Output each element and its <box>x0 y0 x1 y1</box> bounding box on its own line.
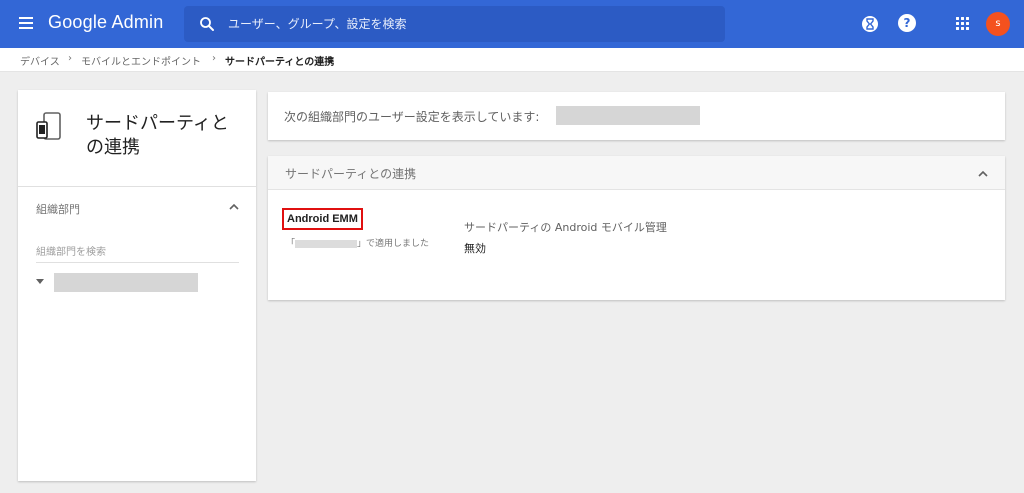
search-box[interactable] <box>184 6 725 42</box>
android-emm-setting[interactable]: Android EMM <box>282 208 363 230</box>
redacted-org-unit-name <box>556 106 700 125</box>
chevron-up-icon[interactable] <box>977 169 989 179</box>
page-title: サードパーティとの連携 <box>86 113 229 158</box>
applied-from-note: 「」で適用しました <box>286 239 430 249</box>
section-title: サードパーティとの連携 <box>285 167 417 181</box>
org-unit-notice-card: 次の組織部門のユーザー設定を表示しています: <box>268 92 1005 140</box>
caret-down-icon[interactable] <box>36 279 44 285</box>
devices-icon <box>36 112 61 140</box>
setting-description: サードパーティの Android モバイル管理 <box>464 221 667 234</box>
breadcrumb-mobile-endpoints[interactable]: モバイルとエンドポイント <box>81 53 201 68</box>
top-app-bar: Google Admin ? s <box>0 0 1024 48</box>
divider <box>18 186 256 187</box>
third-party-section-card: サードパーティとの連携 Android EMM 「」で適用しました サードパーテ… <box>268 156 1005 300</box>
avatar[interactable]: s <box>986 12 1010 36</box>
org-unit-notice: 次の組織部門のユーザー設定を表示しています: <box>284 110 540 124</box>
chevron-up-icon[interactable] <box>228 202 240 212</box>
search-input[interactable] <box>228 12 708 36</box>
org-unit-search-input[interactable] <box>36 243 239 263</box>
redacted-org-unit[interactable] <box>54 273 198 292</box>
hourglass-icon[interactable] <box>860 14 880 34</box>
setting-value[interactable]: 無効 <box>464 240 486 256</box>
sidebar-panel: サードパーティとの連携 組織部門 <box>18 90 256 481</box>
help-icon[interactable]: ? <box>898 14 916 32</box>
breadcrumb-current: サードパーティとの連携 <box>225 57 335 68</box>
breadcrumb: デバイス › モバイルとエンドポイント › サードパーティとの連携 <box>0 48 1024 72</box>
breadcrumb-devices[interactable]: デバイス <box>20 53 60 68</box>
brand-logo[interactable]: Google Admin <box>48 12 163 33</box>
menu-icon[interactable] <box>16 12 40 36</box>
redacted-source <box>295 239 358 248</box>
breadcrumb-separator: › <box>68 53 72 64</box>
org-unit-label: 組織部門 <box>36 203 80 216</box>
apps-grid-icon[interactable] <box>956 17 970 31</box>
search-icon <box>200 17 214 31</box>
breadcrumb-separator: › <box>212 53 216 64</box>
section-header[interactable]: サードパーティとの連携 <box>268 156 1005 190</box>
